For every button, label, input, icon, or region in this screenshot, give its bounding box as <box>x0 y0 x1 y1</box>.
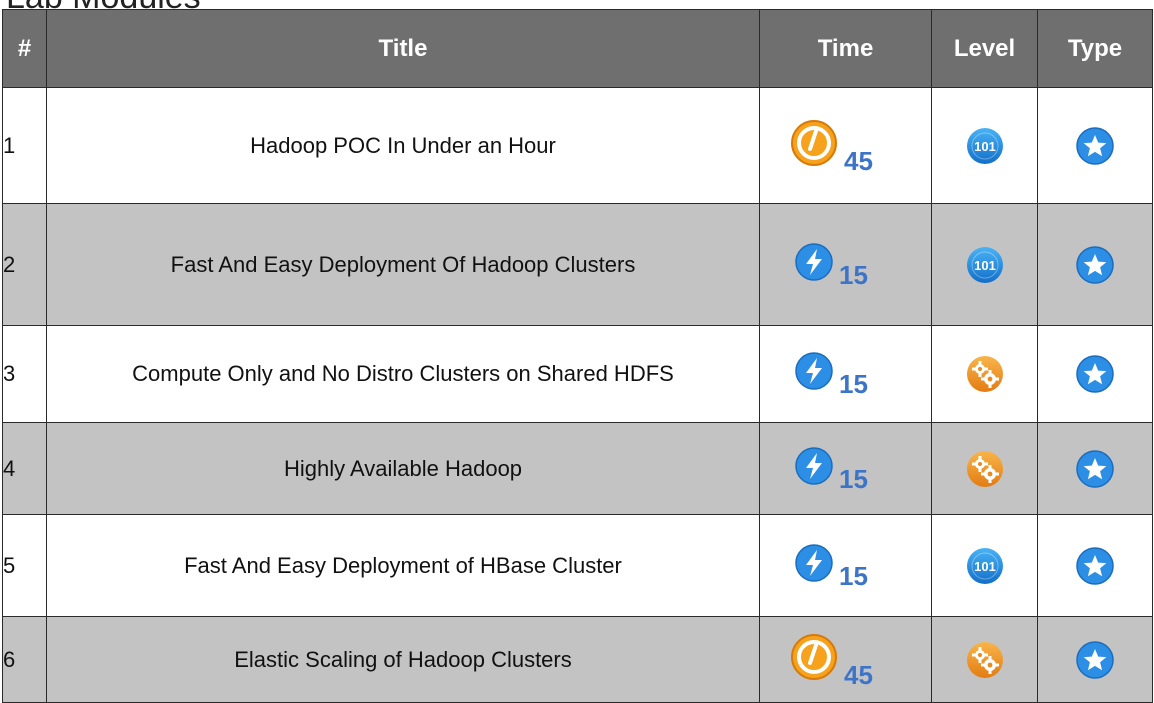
row-number: 1 <box>2 87 47 204</box>
lab-modules-table: # Title Time Level Type 1 Hadoop POC In U… <box>2 9 1153 703</box>
type-cell <box>1037 203 1153 326</box>
type-cell <box>1037 514 1153 617</box>
table-row: 3 Compute Only and No Distro Clusters on … <box>2 325 1153 423</box>
star-icon <box>1076 449 1114 488</box>
time-minutes: 15 <box>839 463 868 494</box>
svg-text:101: 101 <box>974 258 996 273</box>
time-minutes: 45 <box>844 145 873 176</box>
module-title: Compute Only and No Distro Clusters on S… <box>46 325 760 423</box>
column-header-number: # <box>2 9 47 88</box>
level-101-icon: 101 <box>966 246 1004 284</box>
level-cell <box>931 616 1038 703</box>
row-number: 2 <box>2 203 47 326</box>
star-icon <box>1076 640 1114 679</box>
svg-text:101: 101 <box>974 139 996 154</box>
gears-icon <box>966 355 1004 393</box>
type-cell <box>1037 422 1153 515</box>
time-cell: 15 <box>759 422 932 515</box>
time-minutes: 45 <box>844 659 873 690</box>
time-cell: 45 <box>759 616 932 703</box>
row-number: 3 <box>2 325 47 423</box>
time-cell: 15 <box>759 514 932 617</box>
type-cell <box>1037 325 1153 423</box>
column-header-type: Type <box>1037 9 1153 88</box>
star-icon <box>1076 546 1114 585</box>
type-cell <box>1037 87 1153 204</box>
column-header-time: Time <box>759 9 932 88</box>
clock-icon <box>790 119 838 167</box>
lightning-icon <box>795 543 833 582</box>
level-cell <box>931 325 1038 423</box>
column-header-level: Level <box>931 9 1038 88</box>
level-cell <box>931 422 1038 515</box>
row-number: 5 <box>2 514 47 617</box>
module-title: Fast And Easy Deployment of HBase Cluste… <box>46 514 760 617</box>
time-minutes: 15 <box>839 369 868 399</box>
lightning-icon <box>795 242 833 281</box>
column-header-title: Title <box>46 9 760 88</box>
time-minutes: 15 <box>839 259 868 290</box>
lightning-icon <box>795 352 833 390</box>
table-row: 5 Fast And Easy Deployment of HBase Clust… <box>2 514 1153 617</box>
module-title: Elastic Scaling of Hadoop Clusters <box>46 616 760 703</box>
module-title: Fast And Easy Deployment Of Hadoop Clust… <box>46 203 760 326</box>
level-101-icon: 101 <box>966 127 1004 165</box>
star-icon <box>1076 126 1114 165</box>
time-minutes: 15 <box>839 560 868 591</box>
level-101-icon: 101 <box>966 547 1004 585</box>
gears-icon <box>966 450 1004 488</box>
row-number: 6 <box>2 616 47 703</box>
module-title: Hadoop POC In Under an Hour <box>46 87 760 204</box>
table-row: 1 Hadoop POC In Under an Hour 45 101 <box>2 87 1153 204</box>
clock-icon <box>790 633 838 681</box>
lightning-icon <box>795 446 833 485</box>
table-row: 2 Fast And Easy Deployment Of Hadoop Clus… <box>2 203 1153 326</box>
time-cell: 15 <box>759 325 932 423</box>
table-row: 6 Elastic Scaling of Hadoop Clusters 45 <box>2 616 1153 703</box>
time-cell: 45 <box>759 87 932 204</box>
level-cell: 101 <box>931 87 1038 204</box>
header-row: # Title Time Level Type <box>2 9 1153 88</box>
table-row: 4 Highly Available Hadoop 15 <box>2 422 1153 515</box>
type-cell <box>1037 616 1153 703</box>
star-icon <box>1076 355 1114 393</box>
level-cell: 101 <box>931 514 1038 617</box>
row-number: 4 <box>2 422 47 515</box>
svg-text:101: 101 <box>974 559 996 574</box>
level-cell: 101 <box>931 203 1038 326</box>
star-icon <box>1076 245 1114 284</box>
time-cell: 15 <box>759 203 932 326</box>
gears-icon <box>966 641 1004 679</box>
module-title: Highly Available Hadoop <box>46 422 760 515</box>
